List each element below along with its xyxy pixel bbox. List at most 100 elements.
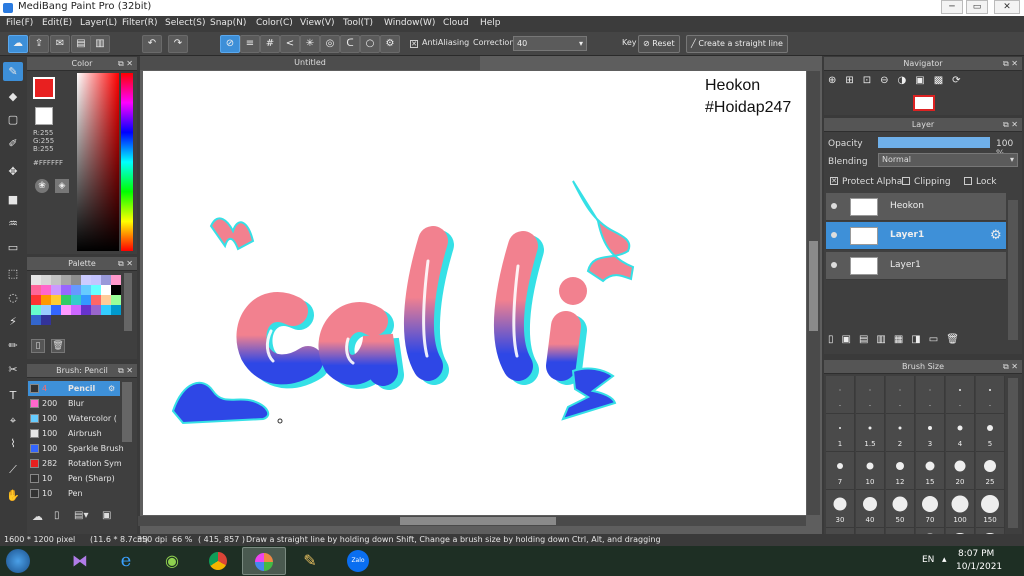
palette-swatch[interactable] — [61, 275, 71, 285]
lasso-tool-icon[interactable]: ◌ — [3, 288, 23, 307]
brush-size-cell[interactable]: · — [856, 376, 885, 414]
palette-swatch[interactable] — [31, 295, 41, 305]
visibility-icon[interactable] — [831, 232, 837, 238]
clock-time[interactable]: 8:07 PM — [958, 549, 994, 559]
brush-size-cell[interactable]: 30 — [826, 490, 855, 528]
palette-swatch[interactable] — [101, 295, 111, 305]
palette-swatch[interactable] — [51, 305, 61, 315]
popout-icon[interactable]: ⧉ ✕ — [118, 257, 133, 271]
palette-swatch[interactable] — [81, 275, 91, 285]
drawing-canvas[interactable]: Heokon #Hoidap247 — [143, 71, 806, 515]
document-icon[interactable]: ▥ — [90, 35, 110, 53]
protect-alpha-checkbox[interactable]: ✕ — [830, 177, 838, 185]
radial-snap-icon[interactable]: ✳ — [300, 35, 320, 53]
layer-row-layer1[interactable]: Layer1 — [826, 252, 1006, 280]
foreground-color[interactable] — [33, 77, 55, 99]
pen-tool-icon[interactable]: ✐ — [3, 134, 23, 153]
close-button[interactable]: ✕ — [994, 0, 1020, 14]
zalo-icon[interactable]: Zalo — [336, 547, 380, 575]
operation-tool-icon[interactable]: ⌖ — [3, 411, 23, 430]
comment-icon[interactable]: ✉ — [50, 35, 70, 53]
medibang-icon[interactable] — [242, 547, 286, 575]
brush-size-cell[interactable]: 150 — [976, 490, 1005, 528]
gradient-tool-icon[interactable]: ▭ — [3, 238, 23, 257]
palette-swatch[interactable] — [111, 295, 121, 305]
clock-date[interactable]: 10/1/2021 — [956, 562, 1002, 572]
brush-size-cell[interactable]: 2 — [886, 414, 915, 452]
brush-size-cell[interactable]: 15 — [916, 452, 945, 490]
divide-tool-icon[interactable]: ⟋ — [3, 460, 23, 479]
brush-item[interactable]: 100 Watercolor ( — [28, 411, 120, 426]
minimize-button[interactable]: ─ — [941, 0, 963, 14]
palette-swatch[interactable] — [81, 285, 91, 295]
brush-size-cell[interactable]: · — [826, 376, 855, 414]
brush-size-cell[interactable]: 100 — [946, 490, 975, 528]
menu-help[interactable]: Help — [480, 18, 501, 28]
chat-icon[interactable]: ▤ — [71, 35, 91, 53]
navigator-toolbar[interactable]: ⊕⊞⊡⊖◑▣▩⟳ — [828, 75, 1014, 91]
palette-swatch[interactable] — [41, 305, 51, 315]
internet-explorer-icon[interactable]: e — [104, 547, 148, 575]
palette-swatch[interactable] — [81, 305, 91, 315]
popout-icon[interactable]: ⧉ ✕ — [118, 364, 133, 378]
palette-swatch[interactable] — [31, 285, 41, 295]
straight-line-button[interactable]: ╱ Create a straight line — [686, 35, 788, 53]
brush-item[interactable]: 100 Airbrush — [28, 426, 120, 441]
language-indicator[interactable]: EN — [922, 555, 934, 565]
brush-size-cell[interactable]: 20 — [946, 452, 975, 490]
palette-swatch[interactable] — [71, 285, 81, 295]
document-tab[interactable]: Untitled — [140, 56, 480, 70]
palette-swatch[interactable] — [41, 285, 51, 295]
redo-icon[interactable]: ↷ — [168, 35, 188, 53]
menu-edit[interactable]: Edit(E) — [42, 18, 72, 28]
brush-size-cell[interactable]: · — [976, 376, 1005, 414]
palette-swatch[interactable] — [101, 305, 111, 315]
palette-swatch[interactable] — [51, 275, 61, 285]
palette-swatch[interactable] — [61, 305, 71, 315]
text-tool-icon[interactable]: T — [3, 386, 23, 405]
eraser-tool-icon[interactable]: ◆ — [3, 87, 23, 106]
palette-swatch[interactable] — [71, 295, 81, 305]
menu-color[interactable]: Color(C) — [256, 18, 293, 28]
palette-swatch[interactable] — [111, 275, 121, 285]
brush-size-cell[interactable]: · — [886, 376, 915, 414]
brush-size-cell[interactable]: 7 — [826, 452, 855, 490]
palette-swatch[interactable] — [51, 285, 61, 295]
undo-icon[interactable]: ↶ — [142, 35, 162, 53]
visibility-icon[interactable] — [831, 203, 837, 209]
gear-icon[interactable]: ⚙ — [990, 228, 1002, 243]
palette-swatch[interactable] — [71, 305, 81, 315]
paint-icon[interactable]: ✎ — [288, 547, 332, 575]
brush-settings-icon[interactable]: ▣ — [102, 510, 111, 521]
palette-scrollbar[interactable] — [124, 273, 132, 331]
palette-swatch[interactable] — [41, 295, 51, 305]
maximize-button[interactable]: ▭ — [966, 0, 988, 14]
brush-size-cell[interactable]: 25 — [976, 452, 1005, 490]
palette-swatch[interactable] — [91, 295, 101, 305]
palette-swatch[interactable] — [91, 285, 101, 295]
visual-studio-icon[interactable]: ⧓ — [58, 547, 102, 575]
layer-actions[interactable]: ▯▣▤▥▦◨▭🗑 — [828, 334, 1018, 350]
upload-icon[interactable]: ⇪ — [29, 35, 49, 53]
select-eraser-tool-icon[interactable]: ✂ — [3, 360, 23, 379]
layer-row-layer1-selected[interactable]: Layer1 ⚙ — [826, 222, 1006, 250]
brush-item[interactable]: 10 Pen — [28, 486, 120, 501]
brush-item[interactable]: 282 Rotation Sym — [28, 456, 122, 471]
brush-size-cell[interactable]: 1.5 — [856, 414, 885, 452]
color-picker-icon[interactable]: ◈ — [55, 179, 69, 193]
brush-size-cell[interactable]: · — [916, 376, 945, 414]
popout-icon[interactable]: ⧉ ✕ — [1003, 118, 1018, 132]
horizontal-scrollbar[interactable] — [138, 516, 806, 526]
bucket-tool-icon[interactable]: ♒ — [3, 214, 23, 233]
palette-swatch[interactable] — [41, 275, 51, 285]
concentric-snap-icon[interactable]: ◎ — [320, 35, 340, 53]
curve-snap-icon[interactable]: ᑕ — [340, 35, 360, 53]
layer-row-heokon[interactable]: Heokon — [826, 193, 1006, 221]
brush-size-cell[interactable]: 3 — [916, 414, 945, 452]
palette-swatch[interactable] — [41, 315, 51, 325]
palette-swatch[interactable] — [61, 285, 71, 295]
brush-item[interactable]: 100 Sparkle Brush — [28, 441, 124, 456]
palette-swatch[interactable] — [31, 315, 41, 325]
brush-size-cell[interactable]: 12 — [886, 452, 915, 490]
palette-swatch[interactable] — [61, 295, 71, 305]
